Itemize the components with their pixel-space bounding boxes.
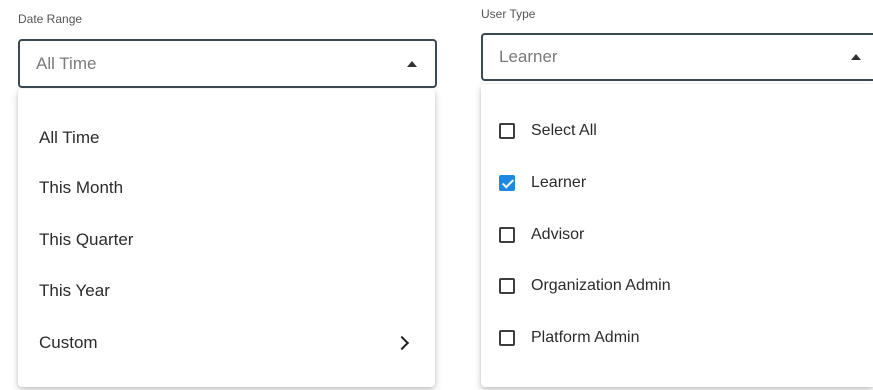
date-range-label: Date Range xyxy=(18,12,83,26)
date-option-custom[interactable]: Custom xyxy=(18,321,435,365)
user-type-label: User Type xyxy=(481,7,536,21)
date-option-this-year[interactable]: This Year xyxy=(18,269,435,313)
date-option-label: This Year xyxy=(39,281,110,300)
user-option-select-all[interactable]: Select All xyxy=(481,111,873,151)
date-option-this-quarter[interactable]: This Quarter xyxy=(18,218,435,262)
user-option-label: Organization Admin xyxy=(531,277,671,294)
checkbox-icon[interactable] xyxy=(499,123,515,139)
caret-up-icon xyxy=(851,54,861,60)
date-option-all-time[interactable]: All Time xyxy=(18,116,435,160)
user-option-platform-admin[interactable]: Platform Admin xyxy=(481,318,873,358)
date-option-label: All Time xyxy=(39,128,100,147)
checkbox-icon[interactable] xyxy=(499,330,515,346)
user-type-select[interactable]: Learner xyxy=(481,33,873,81)
caret-up-icon xyxy=(407,60,417,67)
user-type-selected-value: Learner xyxy=(499,47,558,66)
checkbox-icon[interactable] xyxy=(499,227,515,243)
user-option-organization-admin[interactable]: Organization Admin xyxy=(481,266,873,306)
user-option-label: Platform Admin xyxy=(531,329,640,346)
date-option-label: This Quarter xyxy=(39,230,134,249)
date-range-menu: All Time This Month This Quarter This Ye… xyxy=(18,89,435,387)
chevron-right-icon xyxy=(394,335,410,351)
user-type-menu: Select All Learner Advisor Organization … xyxy=(481,84,873,387)
date-range-selected-value: All Time xyxy=(36,53,97,73)
date-option-label: Custom xyxy=(39,333,98,352)
user-option-label: Advisor xyxy=(531,226,585,243)
user-option-learner[interactable]: Learner xyxy=(481,163,873,203)
user-option-label: Learner xyxy=(531,174,587,191)
user-option-label: Select All xyxy=(531,122,597,139)
date-range-select[interactable]: All Time xyxy=(18,39,437,88)
date-option-label: This Month xyxy=(39,178,124,197)
checked-checkbox-icon[interactable] xyxy=(499,175,515,191)
checkbox-icon[interactable] xyxy=(499,278,515,294)
date-option-this-month[interactable]: This Month xyxy=(18,166,435,210)
user-option-advisor[interactable]: Advisor xyxy=(481,215,873,255)
